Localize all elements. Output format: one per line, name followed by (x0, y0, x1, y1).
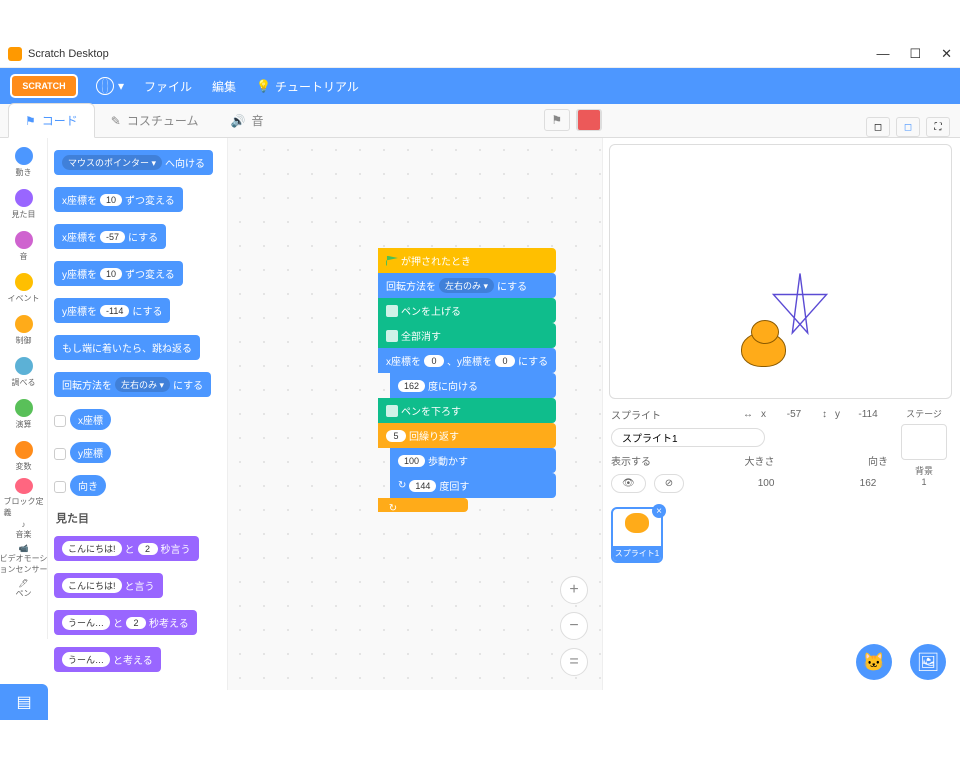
block-palette: マウスのポインター ▾へ向ける x座標を10ずつ変える x座標を-57にする y… (48, 138, 228, 690)
tab-costumes[interactable]: ✎ コスチューム (95, 104, 215, 137)
ext-pen[interactable]: 🖊ペン (16, 579, 32, 599)
stage-info[interactable]: ステージ 背景 1 (896, 407, 952, 499)
fullscreen-button[interactable]: ⛶ (926, 117, 950, 137)
sprite-info: スプライト ↔x-57 ↕y-114 表示する 大きさ 向き 👁 (611, 407, 888, 499)
editor-tabs: ⚑コード ✎ コスチューム 🔊 音 ⚑ ◻ ◻ ⛶ (0, 104, 960, 138)
edit-menu[interactable]: 編集 (212, 78, 236, 95)
sprite-card[interactable]: × スプライト1 (611, 507, 663, 563)
cat-motion[interactable]: 動き (4, 142, 44, 182)
window-title: Scratch Desktop (28, 48, 109, 60)
sprite-x: -57 (774, 409, 814, 420)
stop-icon (577, 109, 601, 131)
stage-column: スプライト ↔x-57 ↕y-114 表示する 大きさ 向き 👁 (602, 138, 960, 690)
sprite-size: 100 (746, 478, 786, 489)
hide-button[interactable]: ⊘ (654, 474, 684, 493)
ext-video[interactable]: 📹ビデオモーションセンサー (0, 544, 48, 575)
green-flag-button[interactable]: ⚑ (544, 109, 570, 131)
looks-header: 見た目 (56, 510, 221, 526)
reporter-ypos[interactable]: y座標 (70, 442, 111, 463)
ext-music[interactable]: ♪音楽 (16, 520, 32, 540)
cat-operators[interactable]: 演算 (4, 394, 44, 434)
cat-events[interactable]: イベント (4, 268, 44, 308)
main-area: 動き 見た目 音 イベント 制御 調べる 演算 変数 ブロック定義 ♪音楽 📹ビ… (0, 138, 960, 690)
zoom-reset-button[interactable]: = (560, 648, 588, 676)
cat-looks[interactable]: 見た目 (4, 184, 44, 224)
pen-icon (386, 405, 398, 417)
stop-button[interactable] (576, 109, 602, 131)
block-change-y[interactable]: y座標を10ずつ変える (54, 261, 183, 286)
tutorials-menu[interactable]: 💡 チュートリアル (256, 78, 359, 95)
block-say[interactable]: こんにちは!と言う (54, 573, 163, 598)
scratch-logo[interactable]: SCRATCH (10, 74, 78, 98)
cat-myblocks[interactable]: ブロック定義 (4, 478, 44, 518)
category-palette: 動き 見た目 音 イベント 制御 調べる 演算 変数 ブロック定義 ♪音楽 📹ビ… (0, 138, 48, 639)
cat-variables[interactable]: 変数 (4, 436, 44, 476)
tab-code[interactable]: ⚑コード (8, 103, 95, 138)
script-area[interactable]: が押されたとき 回転方法を左右のみ ▾にする ペンを上げる 全部消す x座標を0… (228, 138, 602, 690)
block-move[interactable]: 100歩動かす (390, 448, 556, 473)
block-think-secs[interactable]: うーん…と2秒考える (54, 610, 197, 635)
flag-icon (386, 256, 398, 266)
titlebar: Scratch Desktop — ☐ ✕ (0, 40, 960, 68)
block-when-flag[interactable]: が押されたとき (378, 248, 556, 273)
stage[interactable] (609, 144, 952, 399)
sprite-label: スプライト (611, 407, 661, 422)
tab-sounds[interactable]: 🔊 音 (214, 104, 279, 137)
chk-ypos[interactable] (54, 448, 66, 460)
sprite-cat[interactable] (735, 320, 795, 375)
sprite-y: -114 (848, 409, 888, 420)
block-repeat-end[interactable]: ↻ (378, 498, 468, 512)
block-goto-xy[interactable]: x座標を0、y座標を0にする (378, 348, 556, 373)
block-set-y[interactable]: y座標を-114にする (54, 298, 170, 323)
cat-sound[interactable]: 音 (4, 226, 44, 266)
zoom-in-button[interactable]: + (560, 576, 588, 604)
add-extension-button[interactable]: ▤ (0, 684, 48, 720)
block-set-rotation[interactable]: 回転方法を左右のみ ▾にする (378, 273, 556, 298)
block-rotation-style[interactable]: 回転方法を左右のみ ▾にする (54, 372, 211, 397)
chk-xpos[interactable] (54, 415, 66, 427)
add-sprite-button[interactable]: 🐱 (856, 644, 892, 680)
script-stack[interactable]: が押されたとき 回転方法を左右のみ ▾にする ペンを上げる 全部消す x座標を0… (378, 248, 556, 512)
block-pen-down[interactable]: ペンを下ろす (378, 398, 556, 423)
minimize-button[interactable]: — (876, 46, 889, 62)
sprite-direction: 162 (848, 478, 888, 489)
sprite-name-input[interactable] (611, 428, 765, 447)
add-backdrop-button[interactable]: 🖼 (910, 644, 946, 680)
block-change-x[interactable]: x座標を10ずつ変える (54, 187, 183, 212)
sprite-list: × スプライト1 (603, 503, 960, 567)
app-icon (8, 47, 22, 61)
zoom-controls: + − = (560, 576, 588, 676)
block-repeat[interactable]: 5回繰り返す (378, 423, 556, 448)
cat-sensing[interactable]: 調べる (4, 352, 44, 392)
pen-icon (386, 305, 398, 317)
block-turn[interactable]: ↻ 144度回す (390, 473, 556, 498)
language-menu[interactable]: ▾ (96, 77, 124, 95)
globe-icon (96, 77, 114, 95)
file-menu[interactable]: ファイル (144, 78, 192, 95)
block-point-towards[interactable]: マウスのポインター ▾へ向ける (54, 150, 213, 175)
small-stage-button[interactable]: ◻ (866, 117, 890, 137)
block-think[interactable]: うーん…と考える (54, 647, 161, 672)
maximize-button[interactable]: ☐ (909, 46, 921, 62)
block-erase-all[interactable]: 全部消す (378, 323, 556, 348)
chk-dir[interactable] (54, 481, 66, 493)
window-controls: — ☐ ✕ (876, 46, 952, 62)
cat-control[interactable]: 制御 (4, 310, 44, 350)
large-stage-button[interactable]: ◻ (896, 117, 920, 137)
reporter-dir[interactable]: 向き (70, 475, 106, 496)
block-bounce[interactable]: もし端に着いたら、跳ね返る (54, 335, 200, 360)
pen-icon (386, 330, 398, 342)
block-say-secs[interactable]: こんにちは!と2秒言う (54, 536, 199, 561)
close-button[interactable]: ✕ (941, 46, 952, 62)
show-button[interactable]: 👁 (611, 474, 646, 493)
cat-icon (625, 513, 649, 533)
zoom-out-button[interactable]: − (560, 612, 588, 640)
menubar: SCRATCH ▾ ファイル 編集 💡 チュートリアル (0, 68, 960, 104)
reporter-xpos[interactable]: x座標 (70, 409, 111, 430)
block-pen-up[interactable]: ペンを上げる (378, 298, 556, 323)
delete-sprite-button[interactable]: × (652, 504, 666, 518)
block-point-direction[interactable]: 162度に向ける (390, 373, 556, 398)
block-set-x[interactable]: x座標を-57にする (54, 224, 166, 249)
